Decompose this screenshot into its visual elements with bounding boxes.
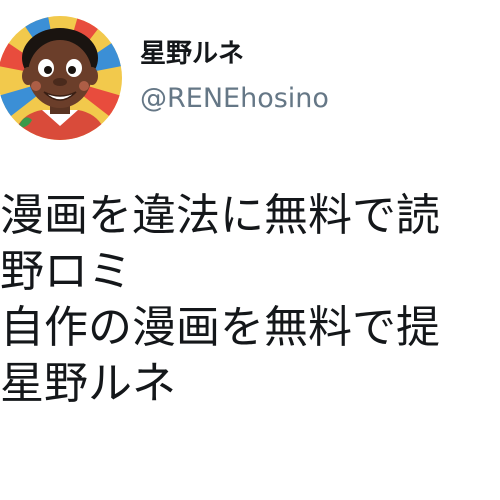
tweet-author-header: 星野ルネ @RENEhosino (0, 0, 500, 150)
cartoon-avatar-icon (0, 16, 122, 140)
author-avatar[interactable] (0, 16, 122, 140)
tweet-text-line: 漫画を違法に無料で読 (0, 190, 440, 241)
tweet-text-line: 自作の漫画を無料で提 (0, 302, 440, 353)
author-handle[interactable]: @RENEhosino (140, 82, 329, 116)
tweet-text-line: 星野ルネ (0, 358, 176, 409)
author-display-name[interactable]: 星野ルネ (140, 38, 244, 70)
tweet-text-line: 野ロミ (0, 246, 132, 297)
tweet-card: 星野ルネ @RENEhosino 漫画を違法に無料で読 野ロミ 自作の漫画を無料… (0, 0, 500, 500)
tweet-text: 漫画を違法に無料で読 野ロミ 自作の漫画を無料で提 星野ルネ (0, 188, 500, 412)
